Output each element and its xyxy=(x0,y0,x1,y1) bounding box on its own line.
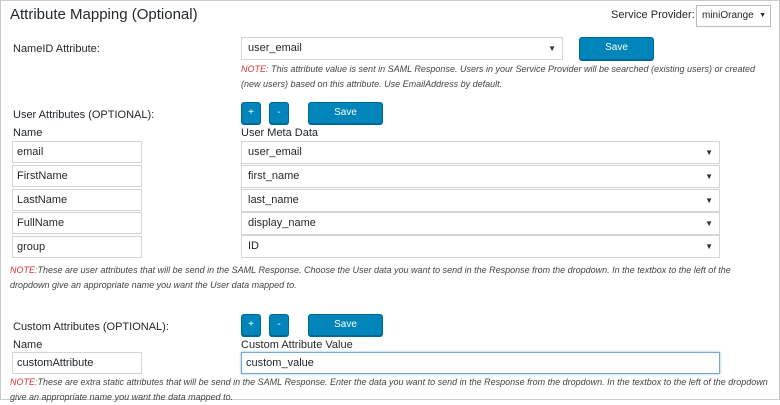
add-custom-attribute-button[interactable]: + xyxy=(241,314,261,336)
user-attribute-meta-select[interactable]: last_name ▼ xyxy=(241,189,720,212)
user-attribute-meta-value: display_name xyxy=(248,217,316,229)
user-attribute-meta-value: last_name xyxy=(248,194,299,206)
chevron-down-icon: ▼ xyxy=(705,196,713,205)
user-attribute-name-input[interactable]: FirstName xyxy=(12,165,142,187)
user-attribute-name-input[interactable]: LastName xyxy=(12,189,142,211)
custom-attributes-note: NOTE:These are extra static attributes t… xyxy=(10,375,772,405)
user-attributes-note-text: These are user attributes that will be s… xyxy=(10,265,731,290)
chevron-down-icon: ▼ xyxy=(705,242,713,251)
service-provider-select[interactable]: miniOrange ▼ xyxy=(696,5,771,27)
remove-user-attribute-button[interactable]: - xyxy=(269,102,289,124)
user-attributes-name-header: Name xyxy=(13,127,43,139)
remove-custom-attribute-button[interactable]: - xyxy=(269,314,289,336)
custom-attributes-name-header: Name xyxy=(13,339,43,351)
nameid-select[interactable]: user_email ▼ xyxy=(241,37,563,60)
custom-attributes-label: Custom Attributes (OPTIONAL): xyxy=(13,321,169,333)
chevron-down-icon: ▼ xyxy=(705,219,713,228)
user-attributes-label: User Attributes (OPTIONAL): xyxy=(13,109,155,121)
page-title: Attribute Mapping (Optional) xyxy=(10,6,198,23)
user-attributes-save-button[interactable]: Save xyxy=(308,102,383,124)
user-attribute-name-input[interactable]: group xyxy=(12,236,142,258)
user-attribute-meta-select[interactable]: user_email ▼ xyxy=(241,141,720,164)
user-attributes-note-tag: NOTE: xyxy=(10,265,38,275)
user-attributes-note: NOTE:These are user attributes that will… xyxy=(10,263,772,293)
custom-attributes-save-button[interactable]: Save xyxy=(308,314,383,336)
custom-attribute-value-input[interactable]: custom_value xyxy=(241,352,720,374)
user-attribute-meta-value: user_email xyxy=(248,146,302,158)
nameid-value: user_email xyxy=(248,42,302,54)
nameid-note-text: This attribute value is sent in SAML Res… xyxy=(241,64,756,89)
nameid-note-tag: NOTE: xyxy=(241,64,269,74)
user-attribute-name-input[interactable]: email xyxy=(12,141,142,163)
nameid-note: NOTE: This attribute value is sent in SA… xyxy=(241,62,771,92)
custom-attributes-note-text: These are extra static attributes that w… xyxy=(10,377,768,402)
user-attribute-name-input[interactable]: FullName xyxy=(12,212,142,234)
chevron-down-icon: ▼ xyxy=(705,148,713,157)
custom-attributes-value-header: Custom Attribute Value xyxy=(241,339,353,351)
add-user-attribute-button[interactable]: + xyxy=(241,102,261,124)
user-attribute-meta-value: first_name xyxy=(248,170,300,182)
user-attribute-meta-select[interactable]: display_name ▼ xyxy=(241,212,720,235)
chevron-down-icon: ▼ xyxy=(548,44,556,53)
service-provider-label: Service Provider: xyxy=(611,9,695,21)
user-attributes-meta-header: User Meta Data xyxy=(241,127,319,139)
chevron-down-icon: ▼ xyxy=(759,12,766,19)
nameid-save-button[interactable]: Save xyxy=(579,37,654,60)
custom-attributes-note-tag: NOTE: xyxy=(10,377,38,387)
custom-attribute-name-input[interactable]: customAttribute xyxy=(12,352,142,374)
user-attribute-meta-select[interactable]: ID ▼ xyxy=(241,235,720,258)
nameid-label: NameID Attribute: xyxy=(13,43,100,55)
service-provider-value: miniOrange xyxy=(702,10,754,21)
chevron-down-icon: ▼ xyxy=(705,172,713,181)
user-attribute-meta-value: ID xyxy=(248,240,259,252)
user-attribute-meta-select[interactable]: first_name ▼ xyxy=(241,165,720,188)
